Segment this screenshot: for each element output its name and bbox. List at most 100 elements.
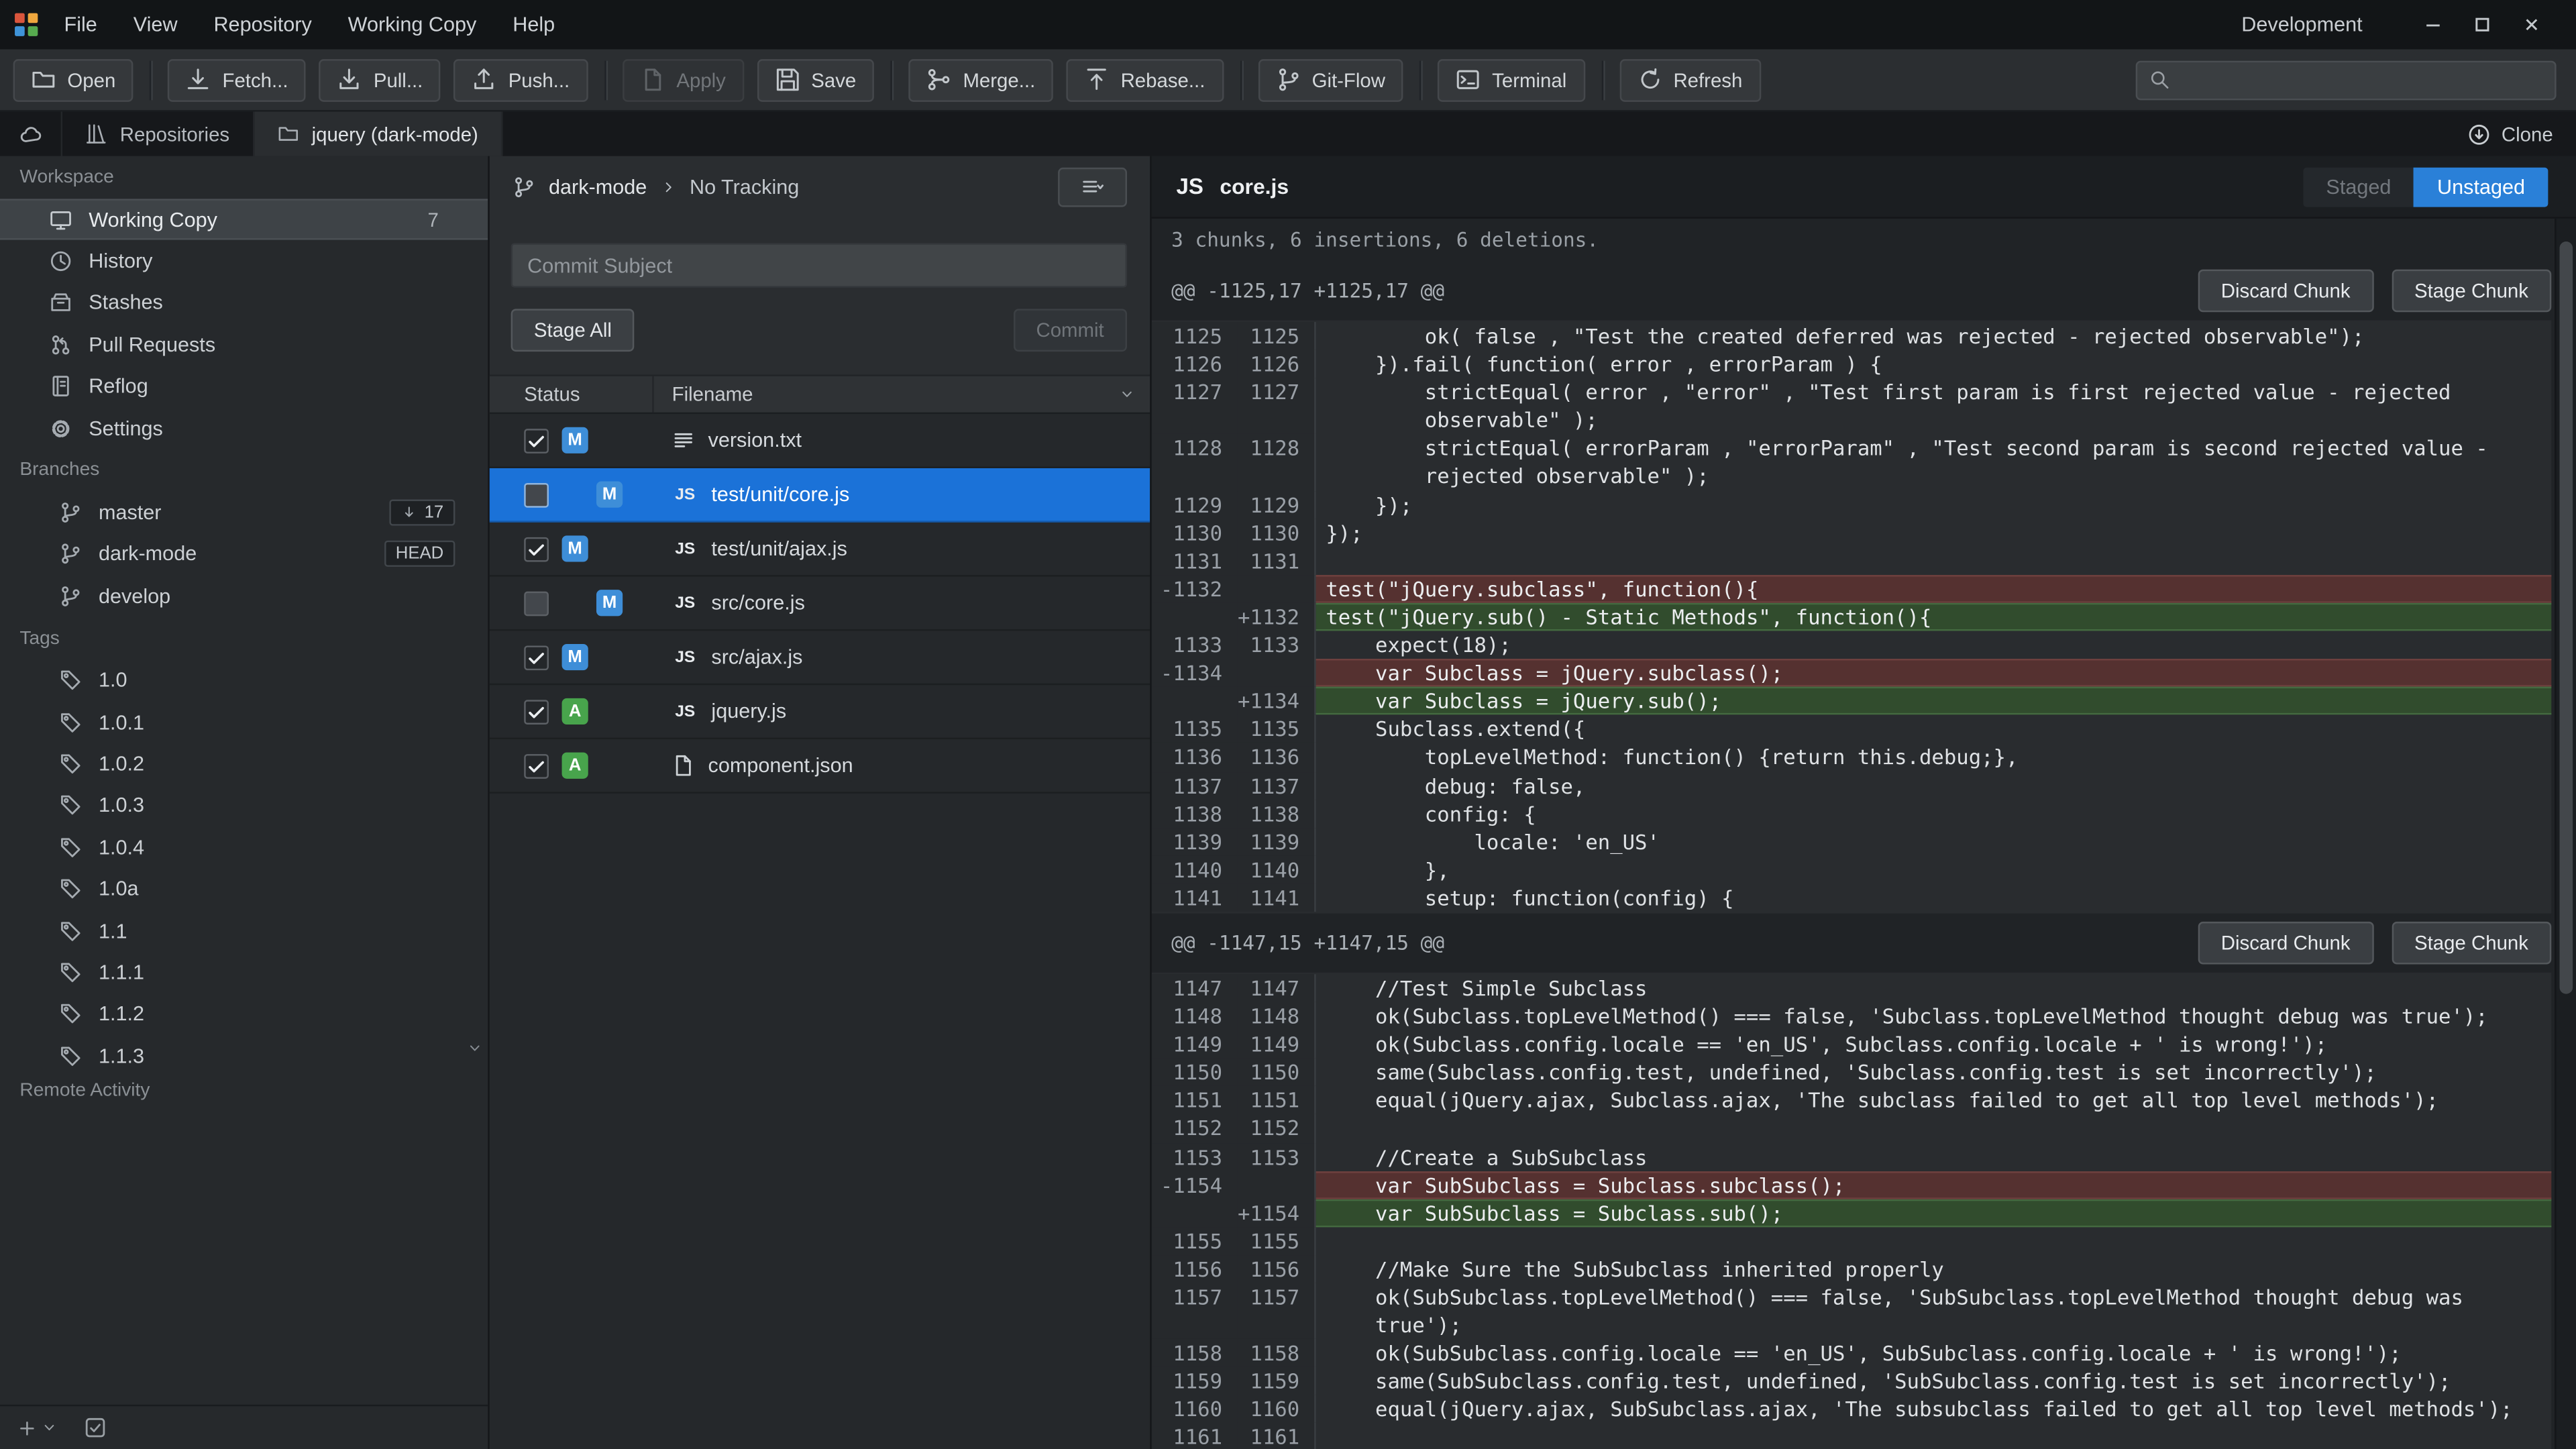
diff-line[interactable]: 11481148ok(Subclass.topLevelMethod() ===… xyxy=(1152,1002,2552,1030)
diff-line[interactable]: 11571157ok(SubSubclass.topLevelMethod() … xyxy=(1152,1283,2552,1340)
sidebar-item-develop[interactable]: develop xyxy=(0,575,488,616)
menu-item-file[interactable]: File xyxy=(46,0,115,49)
diff-line[interactable]: 11281128strictEqual( errorParam , "error… xyxy=(1152,434,2552,490)
file-checkbox[interactable] xyxy=(524,645,549,669)
discard-chunk-button[interactable]: Discard Chunk xyxy=(2198,922,2373,965)
discard-chunk-button[interactable]: Discard Chunk xyxy=(2198,270,2373,313)
checkbox-toggle-button[interactable] xyxy=(84,1416,107,1439)
unstaged-tab[interactable]: Unstaged xyxy=(2414,167,2548,207)
menu-item-working-copy[interactable]: Working Copy xyxy=(330,0,495,49)
diff-line[interactable]: +1154var SubSubclass = Subclass.sub(); xyxy=(1152,1199,2552,1227)
diff-line[interactable]: 11371137debug: false, xyxy=(1152,771,2552,800)
file-row-test-unit-core-js[interactable]: MJStest/unit/core.js xyxy=(490,468,1150,523)
diff-line[interactable]: 11521152 xyxy=(1152,1114,2552,1142)
sidebar-item-1-0a[interactable]: 1.0a xyxy=(0,868,488,910)
sidebar-item-1-1-1[interactable]: 1.1.1 xyxy=(0,952,488,994)
diff-line[interactable]: 11261126}).fail( function( error , error… xyxy=(1152,350,2552,378)
sidebar-item-stashes[interactable]: Stashes xyxy=(0,282,488,324)
git-flow-button[interactable]: Git-Flow xyxy=(1258,58,1403,101)
file-checkbox[interactable] xyxy=(524,537,549,561)
apply-button[interactable]: Apply xyxy=(623,58,744,101)
file-checkbox[interactable] xyxy=(524,590,549,615)
sidebar-item-reflog[interactable]: Reflog xyxy=(0,366,488,407)
clone-button[interactable]: Clone xyxy=(2444,112,2576,156)
sidebar-item-1-0-2[interactable]: 1.0.2 xyxy=(0,743,488,785)
diff-line[interactable]: 11601160equal(jQuery.ajax, SubSubclass.a… xyxy=(1152,1395,2552,1424)
diff-line[interactable]: -1134var Subclass = jQuery.subclass(); xyxy=(1152,659,2552,687)
diff-line[interactable]: 11611161 xyxy=(1152,1424,2552,1449)
file-checkbox[interactable] xyxy=(524,428,549,453)
diff-line[interactable]: 11591159same(SubSubclass.config.test, un… xyxy=(1152,1367,2552,1395)
menu-item-help[interactable]: Help xyxy=(494,0,573,49)
diff-line[interactable]: 11331133expect(18); xyxy=(1152,631,2552,659)
diff-line[interactable]: 11381138config: { xyxy=(1152,800,2552,828)
sidebar-item-1-0[interactable]: 1.0 xyxy=(0,659,488,701)
sidebar-item-1-0-1[interactable]: 1.0.1 xyxy=(0,701,488,743)
diff-line[interactable]: 11531153//Create a SubSubclass xyxy=(1152,1142,2552,1171)
close-button[interactable] xyxy=(2507,0,2556,49)
file-row-jquery-js[interactable]: AJSjquery.js xyxy=(490,685,1150,739)
file-row-version-txt[interactable]: Mversion.txt xyxy=(490,414,1150,468)
save-button[interactable]: Save xyxy=(757,58,874,101)
minimize-button[interactable] xyxy=(2408,0,2457,49)
diff-line[interactable]: 11551155 xyxy=(1152,1227,2552,1255)
file-row-src-core-js[interactable]: MJSsrc/core.js xyxy=(490,577,1150,631)
diff-line[interactable]: +1132test("jQuery.sub() - Static Methods… xyxy=(1152,603,2552,631)
sidebar-item-1-1-2[interactable]: 1.1.2 xyxy=(0,994,488,1035)
diff-line[interactable]: 11471147//Test Simple Subclass xyxy=(1152,974,2552,1002)
column-header-filename[interactable]: Filename xyxy=(654,383,1119,406)
diff-line[interactable]: -1154var SubSubclass = Subclass.subclass… xyxy=(1152,1171,2552,1199)
file-row-component-json[interactable]: Acomponent.json xyxy=(490,739,1150,794)
file-row-test-unit-ajax-js[interactable]: MJStest/unit/ajax.js xyxy=(490,523,1150,577)
diff-line[interactable]: 11491149ok(Subclass.config.locale == 'en… xyxy=(1152,1030,2552,1059)
diff-line[interactable]: 11311131 xyxy=(1152,547,2552,575)
tab-repositories[interactable]: Repositories xyxy=(62,112,254,156)
open-button[interactable]: Open xyxy=(13,58,134,101)
sidebar-scroll-down-icon[interactable] xyxy=(467,1040,483,1056)
sidebar-item-working-copy[interactable]: Working Copy7 xyxy=(0,199,488,240)
stage-chunk-button[interactable]: Stage Chunk xyxy=(2392,922,2552,965)
toolbar-search[interactable] xyxy=(2136,60,2557,99)
commit-subject-input[interactable] xyxy=(511,243,1127,287)
sidebar-item-history[interactable]: History xyxy=(0,241,488,282)
diff-line[interactable]: 11501150same(Subclass.config.test, undef… xyxy=(1152,1059,2552,1087)
commit-button[interactable]: Commit xyxy=(1013,309,1127,352)
scrollbar-thumb[interactable] xyxy=(2560,241,2573,994)
sidebar-item-1-1[interactable]: 1.1 xyxy=(0,910,488,951)
remote-accounts-button[interactable] xyxy=(0,112,62,156)
diff-line[interactable]: 11361136topLevelMethod: function() {retu… xyxy=(1152,743,2552,771)
diff-line[interactable]: 11251125ok( false , "Test the created de… xyxy=(1152,322,2552,350)
file-checkbox[interactable] xyxy=(524,699,549,724)
merge-button[interactable]: Merge... xyxy=(909,58,1054,101)
diff-line[interactable]: 11581158ok(SubSubclass.config.locale == … xyxy=(1152,1339,2552,1367)
diff-line[interactable]: +1134var Subclass = jQuery.sub(); xyxy=(1152,687,2552,715)
diff-line[interactable]: 11271127strictEqual( error , "error" , "… xyxy=(1152,378,2552,435)
stage-all-button[interactable]: Stage All xyxy=(511,309,635,352)
sidebar-item-dark-mode[interactable]: dark-modeHEAD xyxy=(0,533,488,575)
sidebar-item-pull-requests[interactable]: Pull Requests xyxy=(0,324,488,366)
diff-line[interactable]: 11511151equal(jQuery.ajax, Subclass.ajax… xyxy=(1152,1087,2552,1115)
push-button[interactable]: Push... xyxy=(454,58,588,101)
file-checkbox[interactable] xyxy=(524,753,549,778)
fetch-button[interactable]: Fetch... xyxy=(168,58,307,101)
diff-line[interactable]: 11561156//Make Sure the SubSubclass inhe… xyxy=(1152,1255,2552,1283)
menu-item-repository[interactable]: Repository xyxy=(196,0,330,49)
file-checkbox[interactable] xyxy=(524,482,549,507)
pull-button[interactable]: Pull... xyxy=(319,58,441,101)
column-header-status[interactable]: Status xyxy=(490,376,654,413)
refresh-button[interactable]: Refresh xyxy=(1619,58,1761,101)
staged-tab[interactable]: Staged xyxy=(2303,167,2414,207)
file-list-options-button[interactable] xyxy=(1058,168,1127,207)
diff-line[interactable]: 11291129}); xyxy=(1152,490,2552,519)
tab-jquery-dark-mode[interactable]: jquery (dark-mode) xyxy=(254,112,503,156)
maximize-button[interactable] xyxy=(2458,0,2507,49)
sidebar-item-1-0-4[interactable]: 1.0.4 xyxy=(0,826,488,868)
diff-line[interactable]: 11391139locale: 'en_US' xyxy=(1152,828,2552,856)
search-input[interactable] xyxy=(2180,68,2543,91)
sidebar-item-1-0-3[interactable]: 1.0.3 xyxy=(0,785,488,826)
terminal-button[interactable]: Terminal xyxy=(1438,58,1585,101)
diff-line[interactable]: 11401140}, xyxy=(1152,855,2552,883)
file-row-src-ajax-js[interactable]: MJSsrc/ajax.js xyxy=(490,631,1150,685)
diff-line[interactable]: 11301130}); xyxy=(1152,519,2552,547)
diff-line[interactable]: 11411141setup: function(config) { xyxy=(1152,883,2552,912)
